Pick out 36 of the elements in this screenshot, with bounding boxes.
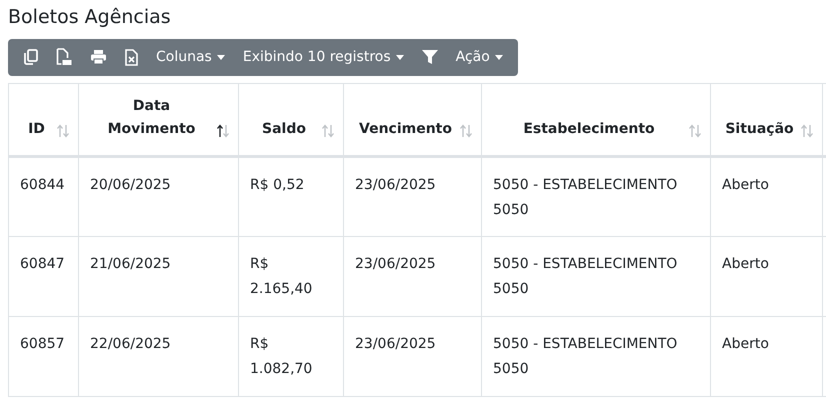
table-cell: 60857 xyxy=(8,316,78,396)
table-cell: 5050 - ESTABELECIMENTO 5050 xyxy=(482,236,710,316)
table-cell: R$ 2.165,40 xyxy=(238,236,344,316)
table-cell: 60844 xyxy=(8,156,78,236)
column-header[interactable]: Data Movimento xyxy=(78,83,238,156)
filter-icon xyxy=(422,49,438,66)
table-cell: 60847 xyxy=(8,236,78,316)
caret-icon xyxy=(216,54,225,60)
dropdown-button[interactable]: Exibindo 10 registros xyxy=(234,42,413,72)
caret-icon xyxy=(494,54,503,60)
pdf-file-icon xyxy=(56,48,72,66)
table-cell: Aberto xyxy=(710,236,822,316)
excel-file-icon xyxy=(125,48,138,66)
table-cell: 23/06/2025 xyxy=(344,236,482,316)
column-header[interactable]: ID xyxy=(8,83,78,156)
printer-icon xyxy=(90,49,107,66)
column-header[interactable]: Estabelecimento xyxy=(482,83,710,156)
table-cell: 5050 - ESTABELECIMENTO 5050 xyxy=(482,316,710,396)
table-cell: R$ 1.082,70 xyxy=(238,316,344,396)
table-cell: 23/06/2025 xyxy=(344,156,482,236)
table-cell: 23/06/2025 xyxy=(344,316,482,396)
page-title: Boletos Agências xyxy=(8,6,172,29)
table-cell: 5050 - ESTABELECIMENTO 5050 xyxy=(482,156,710,236)
dropdown-button[interactable]: Colunas xyxy=(147,42,234,72)
dropdown-button[interactable]: Ação xyxy=(446,42,512,72)
copy-icon xyxy=(23,49,38,66)
table-cell: Aberto xyxy=(710,156,822,236)
table-cell: Aberto xyxy=(710,316,822,396)
caret-icon xyxy=(396,54,404,60)
table-cell: R$ 0,52 xyxy=(238,156,344,236)
table-cell: 20/06/2025 xyxy=(78,156,238,236)
column-header[interactable]: Saldo xyxy=(238,83,344,156)
column-header[interactable]: Situação xyxy=(710,83,822,156)
table-cell: 21/06/2025 xyxy=(78,236,238,316)
column-header[interactable]: Vencimento xyxy=(344,83,482,156)
table-cell: 22/06/2025 xyxy=(78,316,238,396)
